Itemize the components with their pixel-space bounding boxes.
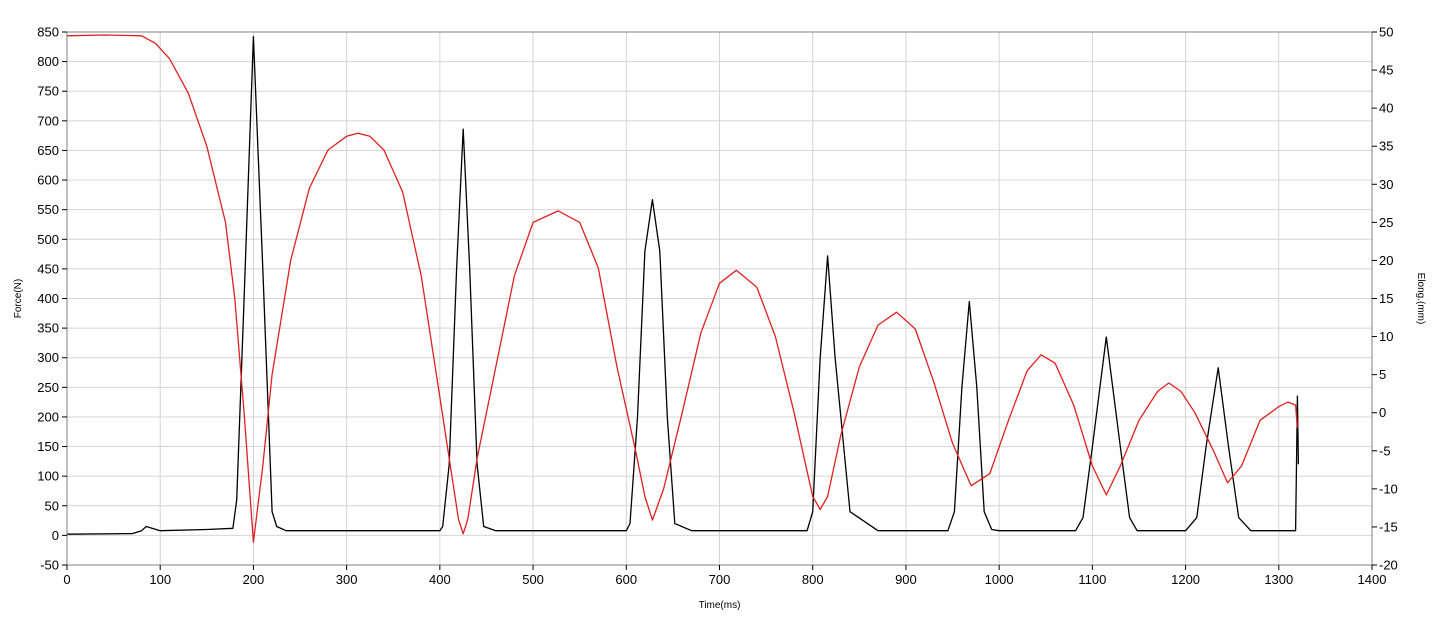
x-tick-label: 0 bbox=[63, 572, 70, 587]
x-tick-label: 900 bbox=[895, 572, 917, 587]
y-tick-label: 200 bbox=[37, 409, 59, 424]
chart: 0 100 200 300 400 500 600 700 800 900 1000 1100 1200… bbox=[13, 25, 1426, 612]
x-axis-title: Time(ms) bbox=[699, 600, 741, 611]
x-tick-label: 1100 bbox=[1078, 572, 1106, 587]
y-tick-label: 100 bbox=[37, 469, 59, 484]
x-tick-label: 800 bbox=[802, 572, 824, 587]
y2-tick-label: 50 bbox=[1379, 25, 1393, 40]
y-tick-label: 150 bbox=[37, 439, 59, 454]
y2-tick-label: 10 bbox=[1379, 329, 1393, 344]
y-tick-label: 350 bbox=[37, 321, 59, 336]
grid bbox=[66, 31, 1373, 566]
y-tick-label: 400 bbox=[37, 291, 59, 306]
y2-tick-label: -5 bbox=[1379, 443, 1391, 458]
y2-tick-label: -10 bbox=[1379, 481, 1398, 496]
y-tick-label: 800 bbox=[37, 54, 59, 69]
y2-tick-label: -20 bbox=[1379, 558, 1398, 573]
y-tick-label: 50 bbox=[45, 498, 59, 513]
y2-tick-label: 25 bbox=[1379, 215, 1393, 230]
x-tick-label: 400 bbox=[429, 572, 451, 587]
y-tick-label: 750 bbox=[37, 84, 59, 99]
y2-tick-label: 45 bbox=[1379, 63, 1393, 78]
x-tick-label: 700 bbox=[709, 572, 731, 587]
tick-labels: 0 100 200 300 400 500 600 700 800 900 1000 1100 1200… bbox=[37, 25, 1398, 588]
x-tick-label: 1400 bbox=[1358, 572, 1387, 587]
x-tick-label: 1000 bbox=[985, 572, 1014, 587]
y2-tick-label: 5 bbox=[1379, 367, 1386, 382]
y-tick-label: 650 bbox=[37, 143, 59, 158]
y2-tick-label: 20 bbox=[1379, 253, 1393, 268]
y2-tick-label: 0 bbox=[1379, 405, 1386, 420]
y-tick-label: 700 bbox=[37, 113, 59, 128]
x-tick-label: 500 bbox=[522, 572, 544, 587]
y2-tick-label: 15 bbox=[1379, 291, 1393, 306]
y-tick-label: 600 bbox=[37, 173, 59, 188]
y2-tick-label: -15 bbox=[1379, 519, 1398, 534]
y2-axis-title: Elong.(mm) bbox=[1415, 273, 1426, 325]
y2-tick-label: 35 bbox=[1379, 139, 1393, 154]
x-tick-label: 300 bbox=[336, 572, 358, 587]
y-tick-label: 250 bbox=[37, 380, 59, 395]
x-tick-label: 600 bbox=[615, 572, 637, 587]
series-group bbox=[66, 34, 1300, 543]
x-tick-label: 1200 bbox=[1171, 572, 1200, 587]
y-tick-label: -50 bbox=[40, 558, 59, 573]
y-tick-label: 300 bbox=[37, 350, 59, 365]
series-line-elongation bbox=[66, 34, 1299, 543]
y-tick-label: 500 bbox=[37, 232, 59, 247]
y2-tick-label: 40 bbox=[1379, 101, 1393, 116]
y-tick-label: 0 bbox=[52, 528, 59, 543]
y2-tick-label: 30 bbox=[1379, 177, 1393, 192]
y-tick-label: 450 bbox=[37, 261, 59, 276]
x-tick-label: 1300 bbox=[1264, 572, 1293, 587]
y-axis-title: Force(N) bbox=[13, 279, 24, 318]
x-tick-label: 200 bbox=[243, 572, 265, 587]
y-tick-label: 850 bbox=[37, 25, 59, 40]
series-line-force bbox=[66, 36, 1300, 535]
x-tick-label: 100 bbox=[149, 572, 171, 587]
y-tick-label: 550 bbox=[37, 202, 59, 217]
